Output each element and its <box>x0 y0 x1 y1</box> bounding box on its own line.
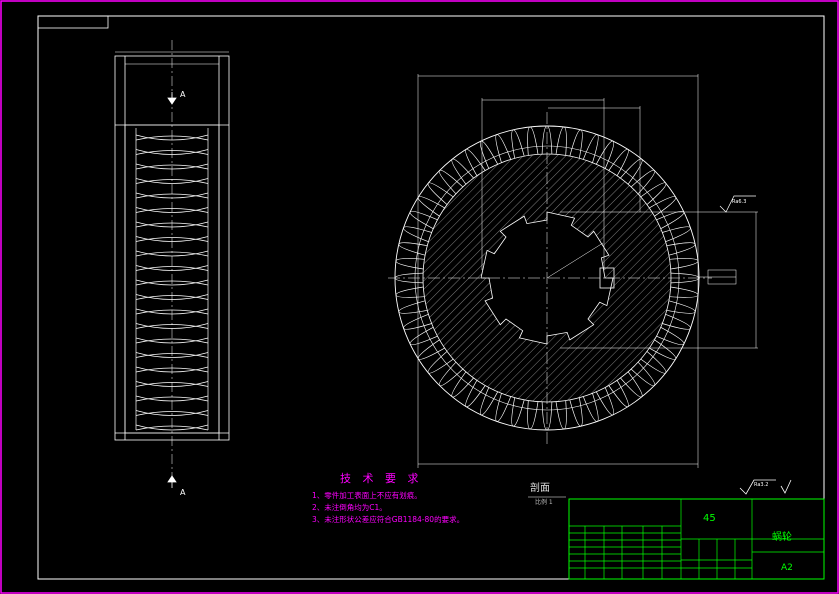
title-block-material: 45 <box>703 513 716 524</box>
title-block-part-name: 蜗轮 <box>772 532 792 543</box>
roughness-check-mark <box>780 479 792 494</box>
side-section-view <box>114 40 230 488</box>
technical-requirements-title: 技 术 要 求 <box>340 472 423 485</box>
side-tooth-arc <box>135 324 209 329</box>
upper-left-tag <box>37 15 109 29</box>
note-item-2: 2、未注倒角均为C1。 <box>312 503 387 512</box>
section-scale: 比例 1 <box>535 499 553 506</box>
section-marker-top: A <box>180 90 186 99</box>
roughness-spec-top: Ra6.3 <box>732 199 746 205</box>
note-item-1: 1、零件加工表面上不应有划痕。 <box>312 491 422 500</box>
title-block-sheet-size: A2 <box>781 563 793 573</box>
section-marker-bottom: A <box>180 488 186 497</box>
front-view <box>388 74 758 468</box>
roughness-general: Ra3.2 <box>754 482 768 488</box>
section-label: 剖面 <box>530 483 550 494</box>
note-item-3: 3、未注形状公差应符合GB1184-80的要求。 <box>312 515 465 524</box>
worm-gear-drawing: A A Ra6.3 Ra3.2 <box>0 0 839 594</box>
